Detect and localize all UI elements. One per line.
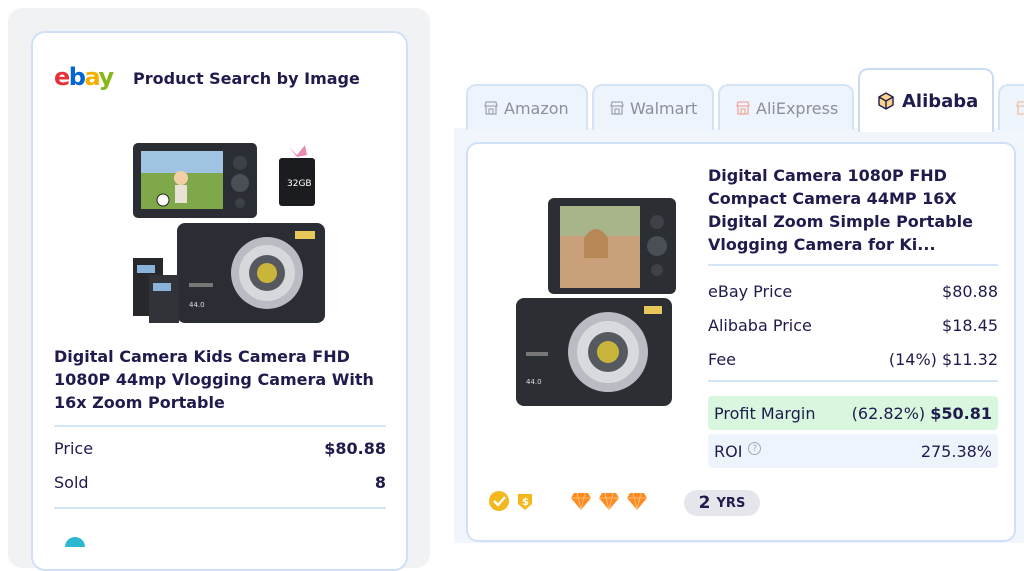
roi-value: 275.38% [920,441,992,461]
years-number: 2 [698,493,711,513]
tab-label: Walmart [630,98,698,118]
help-icon[interactable]: ? [748,441,762,455]
fee-row: Fee (14%) $11.32 [708,350,998,369]
diamond-icon [627,492,647,511]
fee-value: (14%) $11.32 [888,350,998,369]
supplier-badges: $ [488,490,648,512]
tab-label: Alibaba [902,90,979,112]
alibaba-price-label: Alibaba Price [708,316,812,335]
ebay-product-card: ebay Product Search by Image 32GB 44.0 D… [31,31,408,571]
alibaba-price-value: $18.45 [942,316,998,335]
svg-text:$: $ [522,497,529,508]
fee-label: Fee [708,350,737,369]
alibaba-product-image: 44.0 [512,194,712,416]
sold-value: 8 [374,473,386,492]
svg-text:44.0: 44.0 [189,301,205,309]
tab-alibaba[interactable]: Alibaba [858,68,994,132]
supplier-years-badge: 2 YRS [684,490,760,516]
tab-walmart[interactable]: Walmart [592,84,714,130]
seller-icon [65,537,85,547]
box-icon [878,92,894,110]
tab-label: AliExpress [756,98,839,118]
ebay-product-title[interactable]: Digital Camera Kids Camera FHD 1080P 44m… [54,345,384,414]
ebay-price-value: $80.88 [942,282,998,301]
profit-margin-row: Profit Margin (62.82%) $50.81 [708,396,998,430]
diamond-rating [570,491,648,511]
divider [54,507,386,509]
roi-label: ROI [714,441,743,461]
roi-label-group: ROI? [714,441,762,461]
divider [708,380,998,382]
ebay-product-image: 32GB 44.0 [93,133,355,333]
alibaba-product-title[interactable]: Digital Camera 1080P FHD Compact Camera … [708,164,988,256]
ebay-logo: ebay [54,63,114,91]
store-icon [610,101,624,115]
sold-row: Sold 8 [54,473,386,492]
marketplace-tabs: Amazon Walmart AliExpress Alibaba [466,68,1024,132]
price-row: Price $80.88 [54,439,386,458]
tab-aliexpress[interactable]: AliExpress [718,84,854,130]
price-label: Price [54,439,94,458]
alibaba-price-row: Alibaba Price $18.45 [708,316,998,335]
store-icon [1016,101,1024,115]
profit-margin-value: $50.81 [930,403,992,423]
svg-text:32GB: 32GB [287,179,312,189]
svg-text:44.0: 44.0 [526,378,542,386]
profit-margin-label: Profit Margin [714,403,816,423]
profit-margin-values: (62.82%) $50.81 [852,404,992,423]
store-icon [736,101,750,115]
years-unit: YRS [716,495,746,511]
alibaba-product-card: 44.0 Digital Camera 1080P FHD Compact Ca… [466,142,1016,542]
divider [54,425,386,427]
search-by-image-title: Product Search by Image [133,69,360,88]
diamond-icon [571,492,591,511]
trade-assurance-icon: $ [518,494,532,510]
tab-label: Amazon [504,98,569,118]
price-value: $80.88 [324,439,386,458]
ebay-price-row: eBay Price $80.88 [708,282,998,301]
store-icon [484,101,498,115]
verified-check-icon [489,491,509,511]
ebay-price-label: eBay Price [708,282,793,301]
divider [708,264,998,266]
tab-more[interactable] [998,84,1024,130]
profit-margin-percent: (62.82%) [851,403,926,423]
roi-row: ROI? 275.38% [708,434,998,468]
sold-label: Sold [54,473,89,492]
tab-amazon[interactable]: Amazon [466,84,588,130]
diamond-icon [599,492,619,511]
